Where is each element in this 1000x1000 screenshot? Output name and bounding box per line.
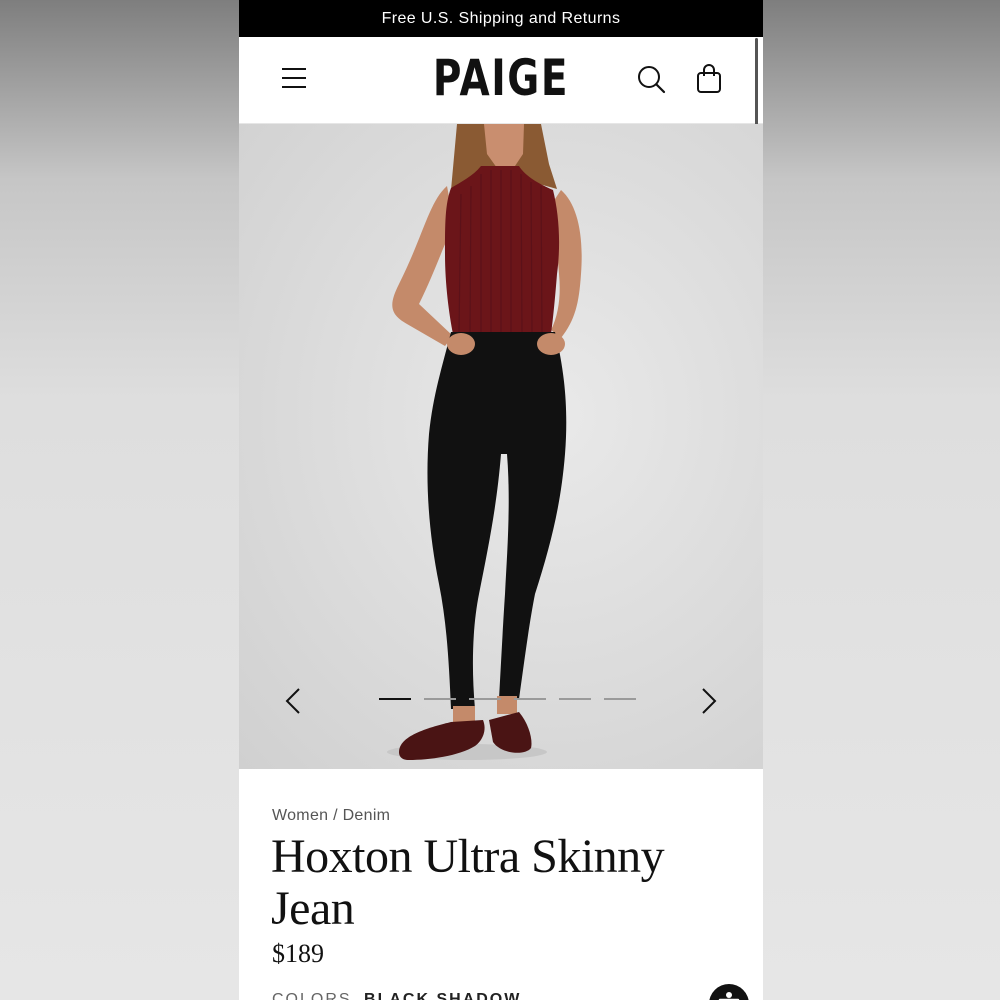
search-icon — [638, 66, 666, 94]
accessibility-button[interactable] — [709, 984, 749, 1000]
product-info: Women / Denim Hoxton Ultra Skinny Jean $… — [239, 769, 763, 1000]
carousel-dot[interactable] — [514, 698, 546, 700]
shopping-bag-icon — [697, 64, 721, 93]
color-value: BLACK SHADOW — [364, 991, 522, 1000]
carousel-indicators — [379, 698, 636, 702]
color-label: COLORS — [272, 991, 352, 1000]
carousel-dot[interactable] — [424, 698, 456, 700]
chevron-right-icon — [702, 688, 717, 714]
carousel-prev-button[interactable] — [279, 686, 307, 716]
backdrop-left — [0, 0, 239, 1000]
color-selector-label: COLORS BLACK SHADOW — [272, 991, 521, 1000]
skinny-jeans — [427, 332, 567, 709]
product-image-carousel[interactable] — [239, 124, 763, 769]
product-price: $189 — [272, 939, 324, 968]
product-photo — [387, 124, 582, 760]
promo-banner: Free U.S. Shipping and Returns — [239, 0, 763, 37]
carousel-dot[interactable] — [469, 698, 501, 700]
promo-text: Free U.S. Shipping and Returns — [381, 9, 621, 27]
carousel-next-button[interactable] — [695, 686, 723, 716]
carousel-dot[interactable] — [604, 698, 636, 700]
cart-button[interactable] — [693, 61, 727, 97]
breadcrumb[interactable]: Women / Denim — [272, 807, 390, 825]
backdrop-right — [763, 0, 1000, 1000]
site-header: PAIGE — [239, 37, 763, 124]
accessibility-icon — [718, 992, 740, 1000]
chevron-left-icon — [285, 688, 300, 714]
mobile-page: Free U.S. Shipping and Returns PAIGE Wom… — [239, 0, 763, 1000]
carousel-dot[interactable] — [559, 698, 591, 700]
product-title: Hoxton Ultra Skinny Jean — [271, 830, 665, 935]
carousel-dot[interactable] — [379, 698, 411, 700]
search-button[interactable] — [635, 63, 669, 97]
